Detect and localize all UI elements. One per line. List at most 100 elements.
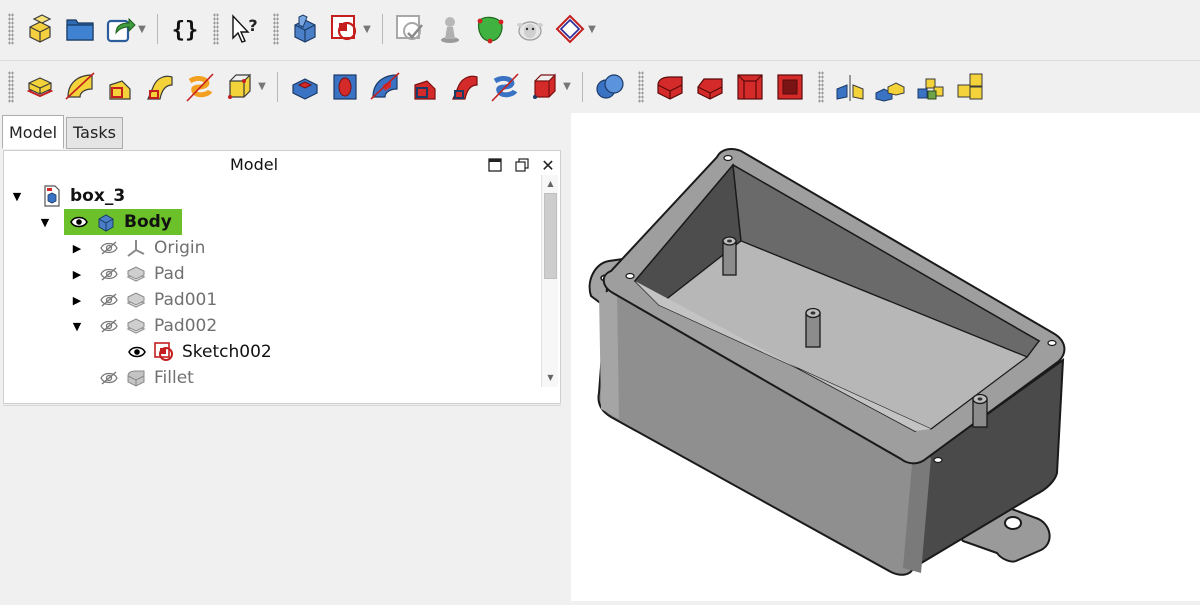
- fillet-label: Fillet: [154, 368, 194, 388]
- tree-item-document[interactable]: ▼ box_3: [10, 183, 125, 209]
- tree-item-pad[interactable]: ▶ Pad: [70, 261, 185, 287]
- toolbar-separator: [382, 14, 383, 44]
- document-label: box_3: [70, 186, 126, 206]
- box-model-render: [588, 148, 1066, 576]
- panel-tabs: Model Tasks: [2, 115, 125, 149]
- eye-hidden-icon[interactable]: [98, 318, 120, 334]
- macro-braces-icon[interactable]: {}: [165, 9, 205, 49]
- document-icon: [40, 184, 64, 208]
- create-body-icon[interactable]: [285, 9, 325, 49]
- subtractive-helix-icon[interactable]: [485, 67, 525, 107]
- expanded-arrow-icon[interactable]: ▼: [10, 190, 24, 203]
- polar-pattern-icon[interactable]: [910, 67, 950, 107]
- chevron-down-icon[interactable]: ▼: [136, 24, 148, 35]
- eye-hidden-icon[interactable]: [98, 370, 120, 386]
- property-panel: [3, 405, 561, 601]
- sketch-icon: [152, 340, 176, 364]
- multi-transform-icon[interactable]: [950, 67, 990, 107]
- pad-label: Pad: [154, 264, 185, 284]
- origin-icon: [124, 236, 148, 260]
- toolbar-grip[interactable]: [213, 13, 219, 45]
- tree-item-pad002[interactable]: ▼ Pad002: [70, 313, 217, 339]
- 3d-view[interactable]: [571, 113, 1200, 601]
- chamfer-icon[interactable]: [690, 67, 730, 107]
- collapsed-arrow-icon[interactable]: ▶: [70, 294, 84, 307]
- tree-item-sketch002[interactable]: Sketch002: [126, 339, 272, 365]
- svg-text:?: ?: [248, 16, 257, 35]
- scrollbar-thumb[interactable]: [544, 193, 557, 279]
- toolbar-separator: [582, 71, 583, 102]
- scroll-up-icon[interactable]: ▲: [543, 177, 558, 191]
- chevron-down-icon[interactable]: ▼: [361, 24, 373, 35]
- linear-pattern-icon[interactable]: [870, 67, 910, 107]
- collapsed-arrow-icon[interactable]: ▶: [70, 242, 84, 255]
- tree-view: ▼ box_3 ▼ Body ▶ Origin ▶ Pad ▶ Pad001 ▼…: [4, 179, 542, 403]
- whats-this-icon[interactable]: ?: [225, 9, 265, 49]
- tab-model[interactable]: Model: [2, 115, 65, 149]
- eye-hidden-icon[interactable]: [98, 240, 120, 256]
- chevron-down-icon[interactable]: ▼: [256, 81, 268, 92]
- tree-item-fillet[interactable]: Fillet: [98, 365, 194, 391]
- hole-icon[interactable]: [325, 67, 365, 107]
- eye-icon[interactable]: [126, 344, 148, 360]
- fillet-icon[interactable]: [650, 67, 690, 107]
- expanded-arrow-icon[interactable]: ▼: [38, 216, 52, 229]
- tree-scrollbar[interactable]: ▲ ▼: [541, 175, 558, 387]
- export-icon[interactable]: [100, 9, 140, 49]
- model-tree-panel: Model ✕ ▼ box_3 ▼ Body ▶ Origin ▶ Pad ▶ …: [3, 150, 561, 404]
- scroll-down-icon[interactable]: ▼: [543, 371, 558, 385]
- eye-hidden-icon[interactable]: [98, 266, 120, 282]
- subtractive-pipe-icon[interactable]: [445, 67, 485, 107]
- dock-icon[interactable]: [487, 157, 503, 173]
- pad002-label: Pad002: [154, 316, 218, 336]
- validate-sketch-icon[interactable]: [390, 9, 430, 49]
- pad-icon[interactable]: [20, 67, 60, 107]
- revolution-icon[interactable]: [60, 67, 100, 107]
- eye-icon[interactable]: [68, 214, 90, 230]
- panel-title: Model: [229, 155, 279, 174]
- tree-item-origin[interactable]: ▶ Origin: [70, 235, 206, 261]
- additive-helix-icon[interactable]: [180, 67, 220, 107]
- pad001-label: Pad001: [154, 290, 218, 310]
- chevron-down-icon[interactable]: ▼: [561, 81, 573, 92]
- chevron-down-icon[interactable]: ▼: [586, 24, 598, 35]
- subtractive-primitive-icon[interactable]: [525, 67, 565, 107]
- float-icon[interactable]: [514, 157, 530, 173]
- top-toolbar: ▼ {} ? ▼ ▼: [0, 0, 1200, 58]
- toolbar-grip[interactable]: [273, 13, 279, 45]
- mirrored-icon[interactable]: [830, 67, 870, 107]
- collapsed-arrow-icon[interactable]: ▶: [70, 268, 84, 281]
- combo-view-panel: Model Tasks Model ✕ ▼ box_3 ▼ Body ▶ Ori…: [0, 113, 567, 601]
- tree-item-body[interactable]: ▼ Body: [38, 209, 182, 235]
- subtractive-loft-icon[interactable]: [405, 67, 445, 107]
- eye-hidden-icon[interactable]: [98, 292, 120, 308]
- toolbar-grip[interactable]: [8, 13, 14, 45]
- tab-tasks[interactable]: Tasks: [66, 117, 123, 149]
- expanded-arrow-icon[interactable]: ▼: [70, 320, 84, 333]
- pad-feature-icon: [124, 314, 148, 338]
- sheep-icon[interactable]: [510, 9, 550, 49]
- toolbar-grip[interactable]: [8, 70, 14, 103]
- boolean-icon[interactable]: [590, 67, 630, 107]
- selected-highlight: Body: [64, 209, 182, 235]
- additive-pipe-icon[interactable]: [140, 67, 180, 107]
- create-sketch-icon[interactable]: [325, 9, 365, 49]
- datum-shape-icon[interactable]: [550, 9, 590, 49]
- part-design-workbench-icon[interactable]: [20, 9, 60, 49]
- additive-primitive-icon[interactable]: [220, 67, 260, 107]
- map-sketch-face-icon[interactable]: [470, 9, 510, 49]
- origin-label: Origin: [154, 238, 206, 258]
- thickness-icon[interactable]: [770, 67, 810, 107]
- additive-loft-icon[interactable]: [100, 67, 140, 107]
- open-folder-icon[interactable]: [60, 9, 100, 49]
- groove-icon[interactable]: [365, 67, 405, 107]
- toolbar-grip[interactable]: [818, 70, 824, 103]
- pocket-icon[interactable]: [285, 67, 325, 107]
- tree-item-pad001[interactable]: ▶ Pad001: [70, 287, 217, 313]
- sketch002-label: Sketch002: [182, 342, 272, 362]
- draft-icon[interactable]: [730, 67, 770, 107]
- attach-icon[interactable]: [430, 9, 470, 49]
- toolbar-grip[interactable]: [638, 70, 644, 103]
- close-icon[interactable]: ✕: [540, 156, 556, 175]
- body-icon: [94, 210, 118, 234]
